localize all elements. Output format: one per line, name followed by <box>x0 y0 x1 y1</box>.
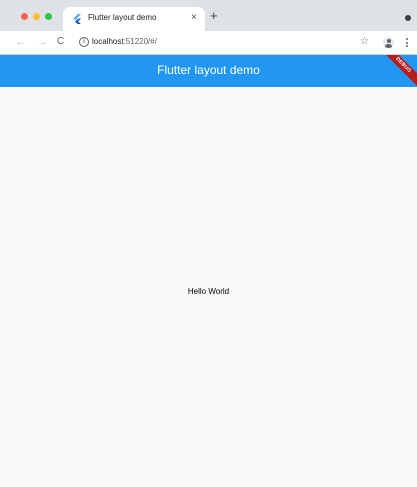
close-window-button[interactable] <box>21 13 28 20</box>
hello-world-text: Hello World <box>187 287 230 296</box>
tab-flutter-layout-demo[interactable]: Flutter layout demo × <box>63 7 205 31</box>
tab-search-icon[interactable] <box>405 15 411 21</box>
address-bar[interactable]: i localhost:51220/#/ <box>74 34 371 51</box>
url-text[interactable]: localhost:51220/#/ <box>92 37 157 46</box>
menu-icon[interactable] <box>406 38 408 49</box>
reload-button[interactable]: C <box>57 35 64 49</box>
flutter-icon <box>73 14 81 24</box>
tab-close-icon[interactable]: × <box>191 11 197 25</box>
info-icon[interactable]: i <box>79 37 89 47</box>
forward-button[interactable]: → <box>37 35 48 49</box>
app-bar: Flutter layout demo DEBUG <box>0 55 417 87</box>
url-path: :51220/#/ <box>123 37 157 46</box>
browser-window: Flutter layout demo × + ← → C i localhos… <box>0 0 417 487</box>
minimize-window-button[interactable] <box>33 13 40 20</box>
browser-toolbar: ← → C i localhost:51220/#/ ☆ <box>0 31 417 55</box>
app-body: Hello World <box>0 87 417 487</box>
tab-title: Flutter layout demo <box>88 13 157 22</box>
url-host: localhost <box>92 37 124 46</box>
tab-strip: Flutter layout demo × + <box>0 0 417 31</box>
new-tab-button[interactable]: + <box>210 9 218 23</box>
maximize-window-button[interactable] <box>45 13 52 20</box>
bookmark-star-icon[interactable]: ☆ <box>360 35 369 49</box>
back-button[interactable]: ← <box>15 35 26 49</box>
app-bar-title: Flutter layout demo <box>157 63 260 77</box>
profile-icon[interactable] <box>383 37 394 48</box>
